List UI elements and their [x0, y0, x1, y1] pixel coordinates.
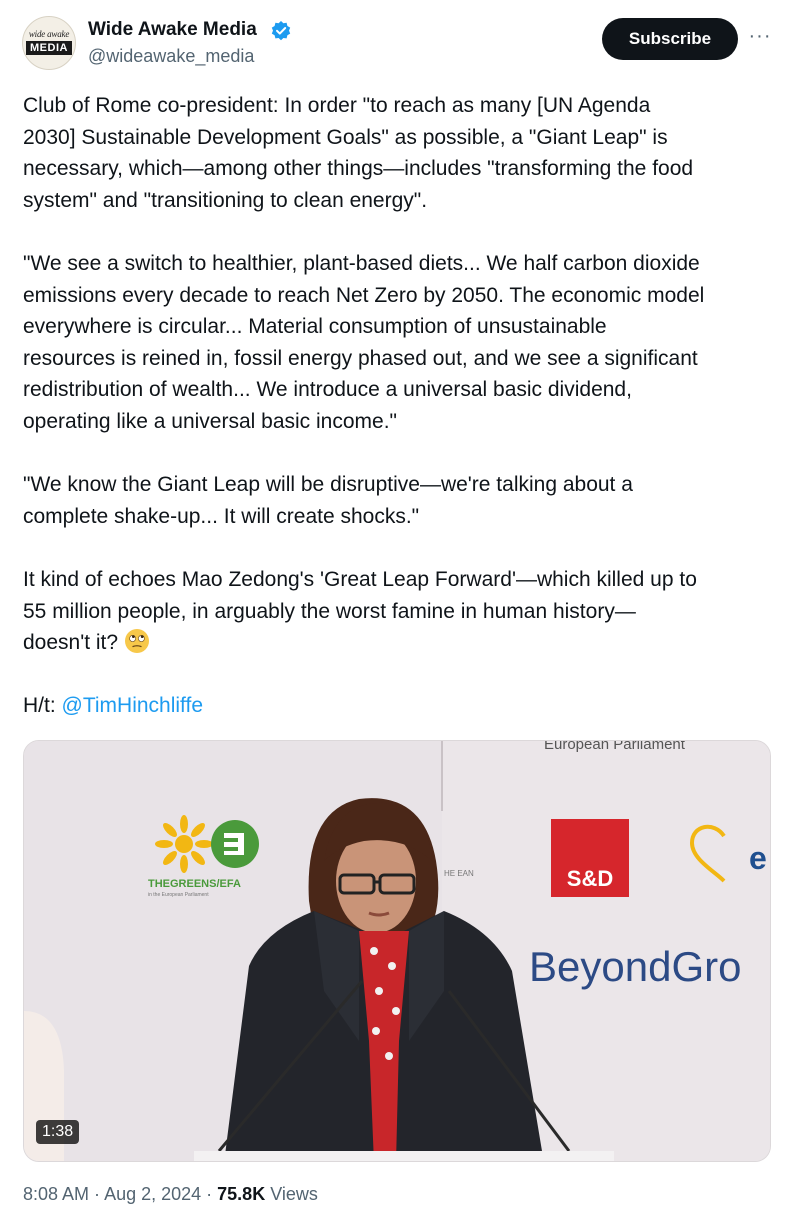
meta-separator: ·: [89, 1184, 105, 1204]
author-handle[interactable]: @wideawake_media: [88, 46, 254, 67]
face-with-rolling-eyes-emoji: [124, 629, 149, 654]
sd-logo: S&D: [551, 819, 629, 897]
tweet-paragraph-2: "We see a switch to healthier, plant-bas…: [23, 251, 705, 433]
avatar[interactable]: wide awake MEDIA: [22, 16, 76, 70]
video-player[interactable]: European Parliament THEGREENS/EFA in the…: [23, 740, 771, 1162]
tweet-text: Club of Rome co-president: In order "to …: [23, 90, 783, 722]
tweet: wide awake MEDIA Wide Awake Media @widea…: [0, 0, 800, 1225]
avatar-text-top: wide awake: [28, 29, 70, 39]
tweet-paragraph-3: "We know the Giant Leap will be disrupti…: [23, 473, 633, 528]
greens-logo-subtext: in the European Parliament: [148, 892, 209, 898]
epp-logo-text: e: [749, 840, 767, 876]
tweet-meta: 8:08 AM · Aug 2, 2024 · 75.8K Views: [23, 1184, 318, 1205]
hat-tip-prefix: H/t:: [23, 694, 62, 718]
avatar-text-main: MEDIA: [26, 41, 72, 55]
verified-badge-icon: [271, 21, 291, 41]
views-label: Views: [265, 1184, 318, 1204]
views-count[interactable]: 75.8K: [217, 1184, 265, 1204]
video-duration: 1:38: [36, 1120, 80, 1144]
tweet-time[interactable]: 8:08 AM: [23, 1184, 89, 1204]
beyond-growth-text: BeyondGro: [529, 943, 741, 990]
sd-logo-text: S&D: [567, 866, 613, 891]
author-name[interactable]: Wide Awake Media: [88, 19, 257, 41]
subscribe-button[interactable]: Subscribe: [602, 18, 738, 60]
video-frame: European Parliament THEGREENS/EFA in the…: [24, 741, 770, 1161]
more-horizontal-icon[interactable]: ···: [748, 26, 772, 50]
tweet-paragraph-4: It kind of echoes Mao Zedong's 'Great Le…: [23, 564, 783, 659]
hat-tip: H/t: @TimHinchliffe: [23, 690, 783, 722]
tweet-date[interactable]: Aug 2, 2024: [104, 1184, 201, 1204]
backdrop-small-text: HE EAN: [444, 869, 474, 878]
greens-logo-text: THEGREENS/EFA: [148, 878, 241, 890]
tweet-paragraph-1: Club of Rome co-president: In order "to …: [23, 94, 694, 212]
mention-link[interactable]: @TimHinchliffe: [62, 694, 204, 717]
backdrop-text-top: European Parliament: [544, 741, 686, 753]
meta-separator: ·: [201, 1184, 218, 1204]
